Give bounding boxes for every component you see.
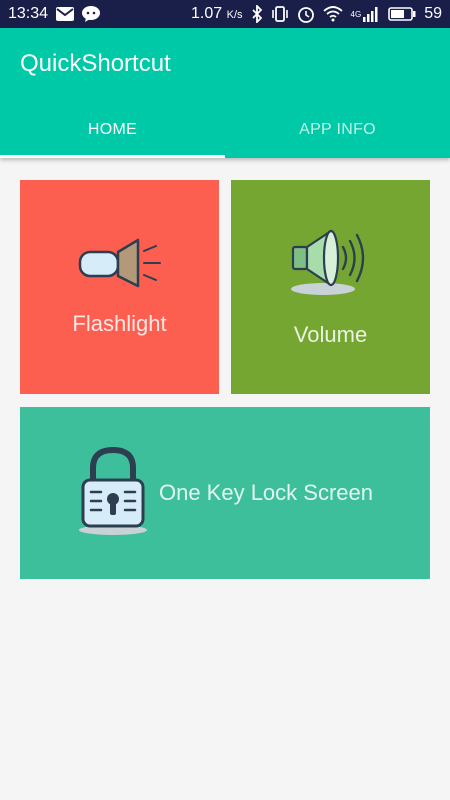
network-speed-unit: K/s [226, 9, 243, 21]
bluetooth-icon [251, 5, 263, 23]
alarm-icon [297, 5, 315, 23]
tab-home[interactable]: HOME [0, 102, 225, 158]
status-bar-left: 13:34 [8, 5, 101, 23]
flashlight-label: Flashlight [72, 310, 167, 336]
status-bar: 13:34 1.07 K/s 4G 59 [0, 0, 450, 28]
tab-bar: HOME APP INFO [0, 102, 450, 158]
tab-home-label: HOME [87, 121, 138, 138]
mail-icon [56, 7, 75, 21]
padlock-icon [77, 446, 149, 541]
app-bar: QuickShortcut HOME APP INFO [0, 28, 450, 158]
flashlight-tile[interactable]: Flashlight [20, 180, 219, 394]
battery-icon [388, 7, 416, 21]
app-title: QuickShortcut [20, 50, 171, 77]
battery-percent: 59 [424, 5, 442, 22]
wifi-icon [322, 6, 343, 22]
tab-app-info-label: APP INFO [299, 121, 376, 138]
speaker-icon [289, 227, 373, 304]
network-speed-value: 1.07 [191, 5, 223, 22]
flashlight-icon [78, 238, 162, 293]
tab-app-info[interactable]: APP INFO [225, 102, 450, 158]
lock-screen-label: One Key Lock Screen [158, 480, 373, 505]
volume-label: Volume [293, 321, 368, 347]
status-bar-right: 1.07 K/s 4G 59 [191, 5, 442, 23]
status-time: 13:34 [8, 5, 49, 22]
vibrate-icon [271, 6, 289, 22]
network-type: 4G [350, 9, 362, 19]
lock-screen-tile[interactable]: One Key Lock Screen [20, 407, 430, 579]
network-speed: 1.07 K/s [191, 5, 243, 23]
volume-tile[interactable]: Volume [231, 180, 430, 394]
chat-icon [82, 6, 101, 22]
cell-signal-icon: 4G [351, 6, 381, 22]
